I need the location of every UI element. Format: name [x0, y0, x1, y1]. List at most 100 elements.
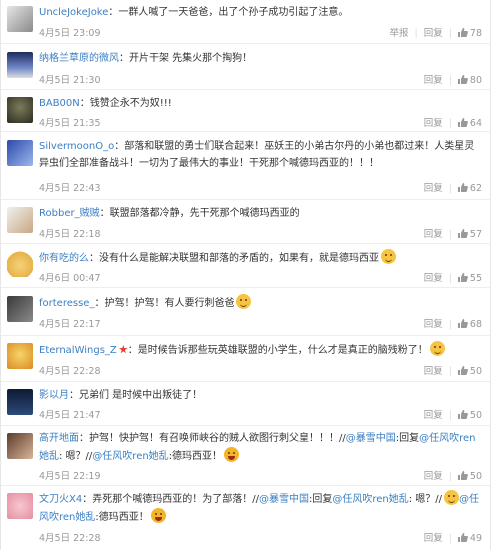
- comment-user[interactable]: 你有吃的么: [39, 253, 89, 264]
- avatar[interactable]: [7, 251, 33, 277]
- comment-time: 4月5日 22:17: [39, 319, 101, 330]
- comment-time: 4月5日 22:28: [39, 533, 101, 544]
- thumb-up-icon: [457, 273, 468, 282]
- reply-link[interactable]: 回复: [424, 366, 443, 377]
- comment-user[interactable]: 影以月: [39, 390, 69, 401]
- comment-actions: 回复 | 55: [423, 273, 482, 284]
- comment-user[interactable]: Robber_贼贼: [39, 208, 100, 219]
- comment-actions: 回复 | 68: [423, 319, 482, 330]
- comment-user[interactable]: BAB00N: [39, 98, 80, 109]
- comment-user[interactable]: 纳格兰草原的微风: [39, 53, 119, 64]
- reply-link[interactable]: 回复: [424, 183, 443, 194]
- comment-item: 你有吃的么：没有什么是能解决联盟和部落的矛盾的，如果有，就是德玛西亚 4月6日 …: [1, 244, 490, 288]
- comment-user[interactable]: 高开地面: [39, 433, 79, 444]
- report-link[interactable]: 举报: [389, 28, 408, 39]
- reply-link[interactable]: 回复: [424, 118, 443, 129]
- avatar[interactable]: [7, 296, 33, 322]
- avatar[interactable]: [7, 6, 33, 32]
- comment-user[interactable]: forteresse_: [39, 298, 94, 309]
- comment-time: 4月5日 21:30: [39, 75, 101, 86]
- reply-link[interactable]: 回复: [424, 75, 443, 86]
- comment-item: 高开地面：护驾！快护驾！有召唤师峡谷的贼人欲图行刺父皇！！！//@暴雪中国:回复…: [1, 426, 490, 486]
- vip-star-icon: [118, 345, 128, 354]
- thumb-up-icon: [457, 471, 468, 480]
- avatar[interactable]: [7, 389, 33, 415]
- reply-link[interactable]: 回复: [424, 273, 443, 284]
- comment-actions: 回复 | 80: [423, 75, 482, 86]
- like-button[interactable]: 50: [457, 471, 482, 482]
- thumb-up-icon: [457, 75, 468, 84]
- thumb-up-icon: [457, 319, 468, 328]
- like-button[interactable]: 57: [457, 229, 482, 240]
- like-count: 62: [469, 183, 482, 194]
- avatar[interactable]: [7, 52, 33, 78]
- comment-actions: 举报 | 回复 | 78: [389, 28, 482, 39]
- like-button[interactable]: 55: [457, 273, 482, 284]
- comment-item: BAB00N：钱赞企永不为奴!!! 4月5日 21:35 回复 | 64: [1, 90, 490, 132]
- like-button[interactable]: 68: [457, 319, 482, 330]
- like-button[interactable]: 80: [457, 75, 482, 86]
- reply-link[interactable]: 回复: [424, 471, 443, 482]
- reply-link[interactable]: 回复: [424, 319, 443, 330]
- comment-text: ：联盟部落都冷静，先干死那个喊德玛西亚的: [99, 208, 300, 219]
- cat-emoji-icon: [236, 294, 252, 309]
- mention-link[interactable]: @暴雪中国: [259, 494, 309, 505]
- comment-actions: 回复 | 49: [423, 533, 482, 544]
- thumb-up-icon: [457, 229, 468, 238]
- comment-item: 影以月：兄弟们 是时候中出叛徒了！ 4月5日 21:47 回复 | 50: [1, 382, 490, 426]
- comment-actions: 回复 | 64: [423, 118, 482, 129]
- thumb-up-icon: [457, 28, 468, 37]
- comment-text: ：开片干架 先集火那个掏狗！: [119, 53, 253, 64]
- like-count: 50: [469, 366, 482, 377]
- thumb-up-icon: [457, 410, 468, 419]
- comment-text: ：没有什么是能解决联盟和部落的矛盾的，如果有，就是德玛西亚: [89, 253, 379, 264]
- like-button[interactable]: 62: [457, 183, 482, 194]
- like-button[interactable]: 50: [457, 410, 482, 421]
- reply-link[interactable]: 回复: [424, 229, 443, 240]
- comment-text: ：是时候告诉那些玩英雄联盟的小学生，什么才是真正的脑残粉了！: [127, 345, 428, 356]
- comment-user[interactable]: EternalWings_Z: [39, 345, 117, 356]
- avatar[interactable]: [7, 140, 33, 166]
- comment-item: 纳格兰草原的微风：开片干架 先集火那个掏狗！ 4月5日 21:30 回复 | 80: [1, 44, 490, 90]
- avatar[interactable]: [7, 343, 33, 369]
- comment-time: 4月5日 22:19: [39, 471, 101, 482]
- comment-user[interactable]: UncleJokeJoke: [39, 7, 108, 18]
- cat-emoji-icon: [381, 249, 396, 264]
- like-count: 50: [469, 410, 482, 421]
- avatar[interactable]: [7, 433, 33, 459]
- comment-user[interactable]: SilvermoonO_o: [39, 141, 114, 152]
- comment-item: 文刀火X4：弄死那个喊德玛西亚的！为了部落！//@暴雪中国:回复@任风吹ren她…: [1, 486, 490, 550]
- comment-item: Robber_贼贼：联盟部落都冷静，先干死那个喊德玛西亚的 4月5日 22:18…: [1, 200, 490, 244]
- avatar[interactable]: [7, 493, 33, 519]
- like-button[interactable]: 64: [457, 118, 482, 129]
- like-count: 64: [469, 118, 482, 129]
- comment-actions: 回复 | 50: [423, 366, 482, 377]
- avatar[interactable]: [7, 207, 33, 233]
- thumb-up-icon: [457, 366, 468, 375]
- avatar[interactable]: [7, 97, 33, 123]
- mention-link[interactable]: @任风吹ren她乱: [332, 494, 408, 505]
- reply-link[interactable]: 回复: [424, 410, 443, 421]
- like-button[interactable]: 49: [457, 533, 482, 544]
- like-button[interactable]: 50: [457, 366, 482, 377]
- thumb-up-icon: [457, 533, 468, 542]
- thumb-up-icon: [457, 183, 468, 192]
- comment-time: 4月6日 00:47: [39, 273, 101, 284]
- comment-time: 4月5日 22:43: [39, 183, 101, 194]
- reply-link[interactable]: 回复: [424, 533, 443, 544]
- comment-item: EternalWings_Z ：是时候告诉那些玩英雄联盟的小学生，什么才是真正的脑…: [1, 336, 490, 382]
- reply-link[interactable]: 回复: [424, 28, 443, 39]
- comment-item: forteresse_：护驾！护驾！有人要行刺爸爸 4月5日 22:17 回复 |…: [1, 288, 490, 336]
- like-count: 57: [469, 229, 482, 240]
- comment-actions: 回复 | 50: [423, 471, 482, 482]
- mention-link[interactable]: @暴雪中国: [346, 433, 396, 444]
- comment-time: 4月5日 21:35: [39, 118, 101, 129]
- comment-text: ：钱赞企永不为奴!!!: [79, 98, 172, 109]
- comment-time: 4月5日 21:47: [39, 410, 101, 421]
- comment-text: ：一群人喊了一天爸爸，出了个孙子成功引起了注意。: [108, 7, 349, 18]
- like-button[interactable]: 78: [457, 28, 482, 39]
- mention-link[interactable]: @任风吹ren她乱: [92, 451, 168, 462]
- comment-user[interactable]: 文刀火X4: [39, 494, 82, 505]
- like-count: 78: [469, 28, 482, 39]
- comment-actions: 回复 | 57: [423, 229, 482, 240]
